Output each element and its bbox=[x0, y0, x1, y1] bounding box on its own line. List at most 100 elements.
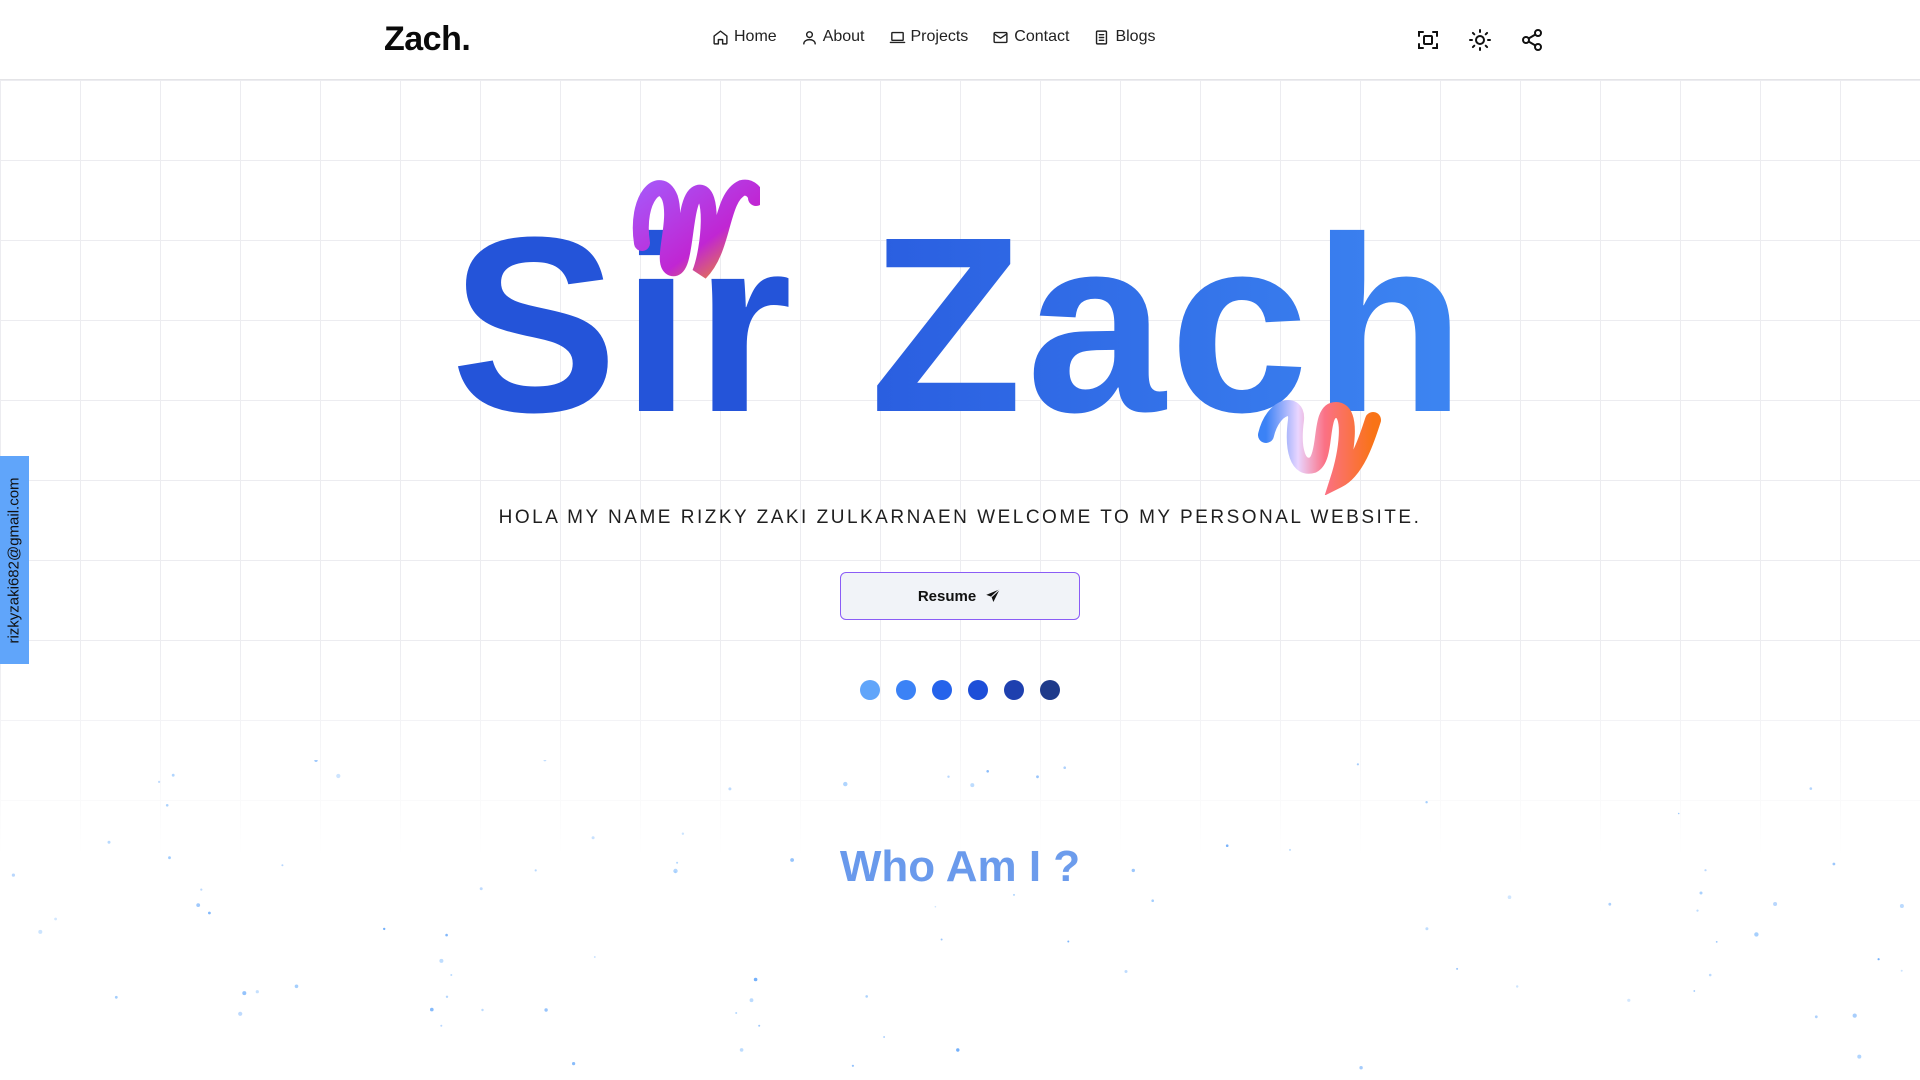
particle-dot bbox=[947, 775, 950, 778]
top-navbar: Zach. Home About Projects Contact Blogs bbox=[0, 0, 1920, 80]
particle-dot bbox=[238, 1011, 243, 1016]
particle-dot bbox=[1899, 904, 1904, 908]
particle-dot bbox=[543, 760, 547, 762]
nav-home-label: Home bbox=[734, 28, 777, 45]
color-dot bbox=[896, 680, 916, 700]
site-logo[interactable]: Zach. bbox=[384, 20, 471, 59]
color-dot bbox=[932, 680, 952, 700]
particle-dot bbox=[1693, 990, 1696, 992]
particle-dot bbox=[1425, 927, 1429, 931]
particle-dot bbox=[165, 804, 169, 807]
particle-dot bbox=[739, 1048, 744, 1052]
share-icon bbox=[1522, 29, 1542, 51]
particle-dot bbox=[1754, 932, 1759, 937]
particle-dot bbox=[940, 938, 943, 941]
particle-dot bbox=[865, 995, 868, 998]
nav-contact[interactable]: Contact bbox=[992, 28, 1069, 46]
color-dots bbox=[860, 680, 1060, 700]
particle-dot bbox=[1516, 985, 1519, 988]
particle-dot bbox=[255, 990, 259, 994]
particle-dot bbox=[1456, 967, 1459, 970]
particle-dot bbox=[1715, 941, 1718, 943]
particle-dot bbox=[1356, 763, 1359, 766]
color-dot bbox=[1004, 680, 1024, 700]
purple-squiggle-decoration bbox=[632, 179, 760, 279]
particle-dot bbox=[1696, 909, 1699, 912]
particle-dot bbox=[114, 995, 118, 999]
particle-dot bbox=[1013, 893, 1015, 896]
user-icon bbox=[802, 30, 816, 45]
header-tools bbox=[1414, 26, 1546, 54]
particle-dot bbox=[1425, 801, 1428, 804]
document-icon bbox=[1096, 29, 1108, 45]
nav-projects[interactable]: Projects bbox=[889, 28, 969, 46]
nav-blogs-label: Blogs bbox=[1115, 28, 1156, 45]
particle-dot bbox=[728, 787, 732, 791]
laptop-icon bbox=[889, 31, 905, 43]
particle-dot bbox=[544, 1008, 548, 1012]
particle-dot bbox=[336, 773, 341, 779]
particle-dot bbox=[934, 905, 937, 908]
particle-dot bbox=[1708, 973, 1712, 977]
color-dot bbox=[968, 680, 988, 700]
particle-dot bbox=[758, 1024, 761, 1027]
particle-dot bbox=[445, 995, 449, 998]
about-section-title: Who Am I ? bbox=[0, 842, 1920, 892]
nav-home[interactable]: Home bbox=[712, 28, 777, 46]
particle-dot bbox=[843, 781, 848, 787]
share-button[interactable] bbox=[1518, 26, 1546, 54]
particle-dot bbox=[1608, 902, 1612, 906]
nav-about-label: About bbox=[822, 28, 865, 45]
home-icon bbox=[713, 29, 728, 45]
particle-dot bbox=[450, 974, 453, 976]
hero-title: Sir Zach bbox=[0, 200, 1920, 450]
particle-dot bbox=[171, 773, 175, 777]
main-nav: Home About Projects Contact Blogs bbox=[712, 28, 1155, 46]
send-icon bbox=[986, 588, 1001, 602]
hero-tagline: HOLA MY NAME RIZKY ZAKI ZULKARNAEN WELCO… bbox=[498, 507, 1422, 528]
nav-about[interactable]: About bbox=[801, 28, 865, 46]
particle-dot bbox=[735, 1012, 738, 1014]
particle-dot bbox=[481, 1008, 484, 1012]
particle-dot bbox=[986, 770, 989, 773]
particle-dot bbox=[1627, 998, 1631, 1002]
color-dot bbox=[860, 680, 880, 700]
particle-dot bbox=[1124, 970, 1128, 973]
particle-dot bbox=[572, 1062, 576, 1066]
particle-dot bbox=[1814, 1015, 1818, 1019]
side-email-tab[interactable]: rizkyzaki682@gmail.com bbox=[0, 456, 29, 664]
sun-icon bbox=[1469, 29, 1491, 51]
particle-dot bbox=[196, 903, 201, 907]
particle-dot bbox=[753, 977, 758, 982]
nav-projects-label: Projects bbox=[910, 28, 969, 45]
particle-dot bbox=[430, 1007, 434, 1012]
particle-dot bbox=[383, 927, 386, 931]
particle-dot bbox=[440, 1024, 443, 1027]
mail-icon bbox=[993, 31, 1008, 43]
nav-contact-label: Contact bbox=[1014, 28, 1070, 45]
particle-dot bbox=[1507, 895, 1512, 899]
particle-dot bbox=[1852, 1013, 1857, 1018]
particle-dot bbox=[208, 911, 211, 915]
particle-dot bbox=[1677, 812, 1680, 815]
particle-dot bbox=[242, 991, 247, 996]
side-email-text: rizkyzaki682@gmail.com bbox=[6, 476, 24, 644]
particle-dot bbox=[1151, 899, 1154, 902]
focus-mode-button[interactable] bbox=[1414, 26, 1442, 54]
particle-dot bbox=[54, 917, 57, 921]
resume-button[interactable]: Resume bbox=[840, 572, 1080, 620]
particle-dot bbox=[956, 1048, 960, 1052]
particle-dot bbox=[158, 780, 161, 783]
particle-dot bbox=[1877, 958, 1880, 961]
particle-dot bbox=[970, 783, 975, 788]
color-dot bbox=[1040, 680, 1060, 700]
particle-dot bbox=[851, 1064, 855, 1067]
particle-dot bbox=[749, 998, 754, 1003]
particle-dot bbox=[439, 958, 444, 963]
theme-toggle-button[interactable] bbox=[1466, 26, 1494, 54]
colorful-squiggle-decoration bbox=[1258, 400, 1381, 495]
particle-dot bbox=[883, 1036, 885, 1038]
particle-dot bbox=[1067, 940, 1070, 943]
particle-dot bbox=[294, 984, 299, 989]
nav-blogs[interactable]: Blogs bbox=[1093, 28, 1155, 46]
